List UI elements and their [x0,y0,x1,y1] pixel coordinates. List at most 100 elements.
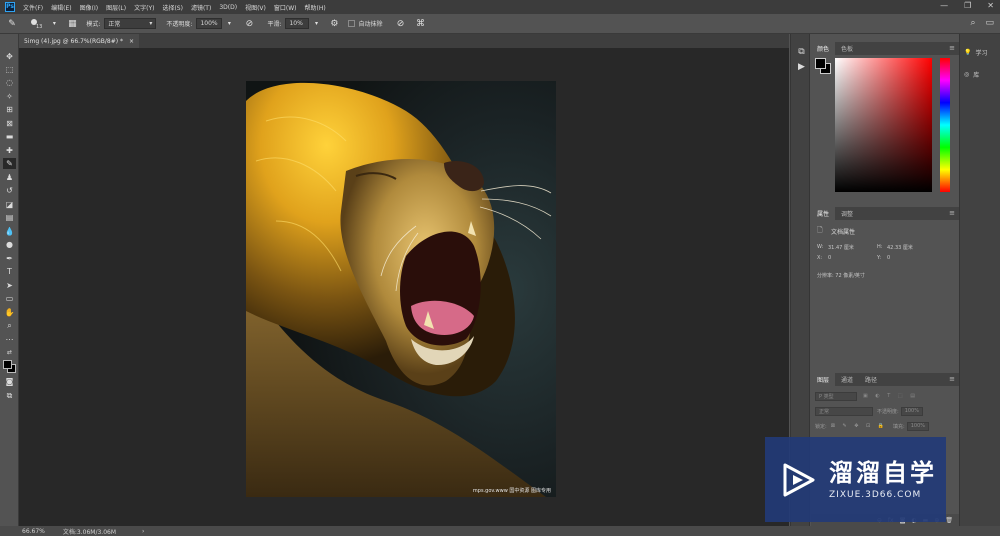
width-value[interactable]: 31.47 厘米 [828,244,854,251]
mode-label: 模式: [86,21,101,28]
layer-filter-icons[interactable]: ▣ ◐ T ⬚ ▤ [863,393,918,399]
color-panel-foreground-swatch[interactable] [815,58,826,69]
chevron-down-icon[interactable]: ▾ [310,18,322,30]
dodge-tool-icon[interactable]: ● [3,239,16,250]
menu-layer[interactable]: 图层(L) [106,3,126,12]
smoothing-value: 10% [289,20,303,27]
x-value[interactable]: 0 [828,255,831,261]
minimize-button[interactable]: — [940,1,948,10]
history-brush-tool-icon[interactable]: ↺ [3,185,16,196]
crop-tool-icon[interactable]: ⊞ [3,104,16,115]
watermark-text: 溜溜自学 ZIXUE.3D66.COM [829,459,937,500]
eraser-tool-icon[interactable]: ◪ [3,199,16,210]
libraries-panel-button[interactable]: ◎ 库 [964,70,979,79]
panel-menu-icon[interactable]: ≡ [949,44,955,52]
chevron-down-icon[interactable]: ▾ [223,18,235,30]
y-label: Y: [877,255,882,261]
brush-tool-preset-icon[interactable]: ✎ [6,18,18,30]
ruler-tool-icon[interactable]: ▬ [3,131,16,142]
menu-select[interactable]: 选择(S) [162,3,183,12]
canvas-area[interactable]: mps.gov.www 国中资源 图库专用 [19,48,789,526]
panel-menu-icon[interactable]: ≡ [949,209,955,217]
restore-button[interactable]: ❐ [964,1,971,10]
lock-icons[interactable]: ⊠ ✎ ✥ ⊡ 🔒 [831,423,887,429]
y-value[interactable]: 0 [887,255,890,261]
menu-filter[interactable]: 滤镜(T) [191,3,211,12]
foreground-color-swatch[interactable] [3,360,12,369]
color-picker-field[interactable] [835,58,932,192]
screen-mode-icon[interactable]: ⧉ [3,390,16,401]
brush-panel-toggle-icon[interactable]: ▦ [66,18,78,30]
layers-panel-tabs: 图层 通道 路径 ≡ [811,373,959,386]
menu-window[interactable]: 窗口(W) [274,3,297,12]
properties-body: 🗋 文档属性 W: 31.47 厘米 H: 42.33 厘米 X: 0 Y: 0… [811,222,953,354]
menu-help[interactable]: 帮助(H) [305,3,326,12]
close-button[interactable]: ✕ [987,1,994,10]
gear-icon[interactable]: ⚙ [328,18,340,30]
watermark-badge: 溜溜自学 ZIXUE.3D66.COM [765,437,946,522]
learn-panel-button[interactable]: 💡 学习 [964,48,988,57]
quick-mask-icon[interactable]: ◙ [3,376,16,387]
tab-layers[interactable]: 图层 [811,373,836,386]
tab-swatches[interactable]: 色板 [835,42,859,55]
document-info: 文档:3.06M/3.06M [62,528,117,536]
blur-tool-icon[interactable]: 💧 [3,226,16,237]
auto-erase-checkbox[interactable] [348,20,356,27]
hue-slider[interactable] [940,58,950,192]
actions-play-icon[interactable]: ▶ [796,61,807,72]
layer-fill-input[interactable]: 100% [906,421,929,431]
magic-wand-tool-icon[interactable]: ✧ [3,91,16,102]
watermark-url: ZIXUE.3D66.COM [829,490,922,500]
tab-paths[interactable]: 路径 [859,373,883,386]
swap-colors-icon[interactable]: ⇄ [3,347,16,358]
layer-filter-select[interactable]: P 类型 [815,391,857,401]
brush-tool-icon[interactable]: ✎ [3,158,16,169]
layer-lock-label: 锁定: [815,423,827,430]
path-selection-tool-icon[interactable]: ➤ [3,280,16,291]
gradient-tool-icon[interactable]: ▤ [3,212,16,223]
height-value[interactable]: 42.33 厘米 [887,244,913,251]
lasso-tool-icon[interactable]: ◌ [3,77,16,88]
zoom-tool-icon[interactable]: ⌕ [3,320,16,331]
menu-type[interactable]: 文字(Y) [134,3,154,12]
move-tool-icon[interactable]: ✥ [3,51,16,62]
document-tab[interactable]: 5img (4).jpg @ 66.7%(RGB/8#) * × [19,34,140,48]
close-tab-icon[interactable]: × [129,38,134,45]
layer-lock-row: 锁定: ⊠ ✎ ✥ ⊡ 🔒 填充: 100% [815,421,929,431]
tab-adjustments[interactable]: 调整 [835,207,859,220]
lion-photo: mps.gov.www 国中资源 图库专用 [246,81,556,497]
type-tool-icon[interactable]: T [3,266,16,277]
symmetry-icon[interactable]: ⌘ [414,18,426,30]
clone-stamp-tool-icon[interactable]: ♟ [3,172,16,183]
menu-image[interactable]: 图像(I) [80,3,98,12]
tab-properties[interactable]: 属性 [811,207,836,220]
chevron-down-icon[interactable]: ▾ [48,18,60,30]
healing-brush-tool-icon[interactable]: ✚ [3,145,16,156]
pressure-opacity-icon[interactable]: ⊘ [243,18,255,30]
menu-file[interactable]: 文件(F) [23,3,43,12]
status-menu-arrow[interactable]: › [142,528,144,535]
smoothing-input[interactable]: 10% [285,18,310,29]
more-tools-icon[interactable]: ⋯ [3,334,16,345]
hand-tool-icon[interactable]: ✋ [3,307,16,318]
pressure-size-icon[interactable]: ⊘ [394,18,406,30]
search-icon[interactable]: ⌕ [970,18,975,28]
tab-channels[interactable]: 通道 [835,373,859,386]
marquee-tool-icon[interactable]: ⬚ [3,64,16,75]
layer-blend-select[interactable]: 正常 [815,406,873,416]
mode-select[interactable]: 正常 ▾ [104,18,157,29]
delete-layer-icon[interactable]: 🗑 [945,517,953,524]
rectangle-tool-icon[interactable]: ▭ [3,293,16,304]
workspace-icon[interactable]: ▭ [985,18,994,28]
tab-color[interactable]: 颜色 [811,42,836,55]
menu-view[interactable]: 视图(V) [245,3,266,12]
frame-tool-icon[interactable]: ⊠ [3,118,16,129]
menu-3d[interactable]: 3D(D) [219,4,237,11]
panel-menu-icon[interactable]: ≡ [949,375,955,383]
menu-edit[interactable]: 编辑(E) [51,3,71,12]
opacity-input[interactable]: 100% [196,18,223,29]
history-panel-icon[interactable]: ⧉ [796,46,807,57]
zoom-level[interactable]: 66.67% [22,528,45,535]
layer-opacity-input[interactable]: 100% [900,406,923,416]
pen-tool-icon[interactable]: ✒ [3,253,16,264]
